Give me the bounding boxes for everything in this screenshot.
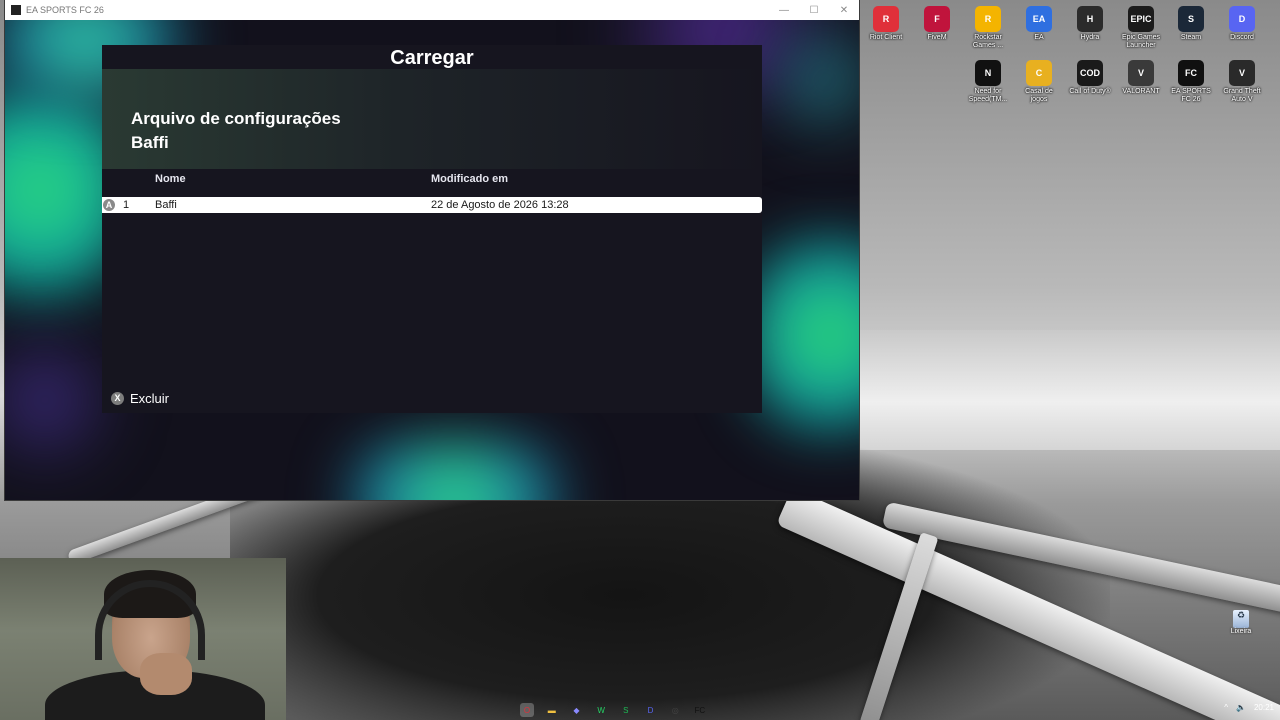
valorant-icon: V: [1128, 60, 1154, 86]
desktop-icon-gta[interactable]: V Grand Theft Auto V: [1219, 56, 1265, 104]
desktop-icon-discord[interactable]: D Discord: [1219, 2, 1265, 42]
desktop-icon-nfs[interactable]: N Need for Speed(TM...: [965, 56, 1011, 104]
header-subtitle: Baffi: [131, 133, 169, 152]
cod-icon: COD: [1077, 60, 1103, 86]
desktop-icon-label: Discord: [1230, 34, 1254, 41]
fc26-icon: FC: [1178, 60, 1204, 86]
background-glow: [305, 440, 605, 500]
window-title: EA SPORTS FC 26: [26, 5, 104, 15]
steam-icon: S: [1178, 6, 1204, 32]
desktop-icon-cod[interactable]: COD Call of Duty®: [1067, 56, 1113, 96]
taskbar-whatsapp-icon[interactable]: W: [594, 703, 608, 717]
taskbar-spotify-icon[interactable]: S: [619, 703, 633, 717]
desktop-icon-label: Casal de jogos: [1025, 88, 1053, 103]
nfs-icon: N: [975, 60, 1001, 86]
chevron-up-icon[interactable]: ^: [1224, 703, 1228, 712]
desktop-icon-steam[interactable]: S Steam: [1168, 2, 1214, 42]
desktop-icon-hydra[interactable]: H Hydra: [1067, 2, 1113, 42]
taskbar-folder-icon[interactable]: ▬: [545, 703, 559, 717]
desktop-icon-label: FiveM: [927, 34, 947, 41]
webcam-overlay: [0, 558, 286, 720]
taskbar-opera-icon[interactable]: O: [520, 703, 534, 717]
desktop-icon-label: Rockstar Games ...: [972, 34, 1004, 49]
desktop-icon-riot-client[interactable]: R Riot Client: [863, 2, 909, 42]
desktop-icon-label: Riot Client: [869, 34, 903, 41]
row-name: Baffi: [155, 199, 177, 211]
delete-button[interactable]: X Excluir: [111, 390, 169, 406]
delete-label: Excluir: [130, 390, 170, 406]
dialog-header-panel: Arquivo de configurações Baffi: [102, 69, 762, 169]
desktop-icon-casal[interactable]: C Casal de jogos: [1016, 56, 1062, 104]
desktop-icon-fivem[interactable]: F FiveM: [914, 2, 960, 42]
a-button-icon: A: [103, 199, 115, 211]
system-tray: ^ 🔈 20:21: [1224, 703, 1274, 712]
taskbar-fc26-icon[interactable]: FC: [693, 703, 707, 717]
desktop-icon-label: Epic Games Launcher: [1121, 34, 1161, 49]
recycle-bin-label: Lixeira: [1230, 628, 1252, 635]
desktop-icon-label: Steam: [1180, 34, 1202, 41]
app-icon: [11, 5, 21, 15]
maximize-button[interactable]: ☐: [799, 0, 829, 20]
desktop-icon-recycle-bin[interactable]: ♻ Lixeira: [1224, 610, 1258, 635]
fivem-icon: F: [924, 6, 950, 32]
dialog-title: Carregar: [390, 47, 474, 69]
taskbar: O ▬ ◆ W S D ◎ FC ^ 🔈 20:21: [0, 700, 1280, 720]
table-header: Nome Modificado em: [102, 173, 762, 191]
desktop-icon-fc26[interactable]: FC EA SPORTS FC 26: [1168, 56, 1214, 104]
desktop-icon-label: EA SPORTS FC 26: [1171, 88, 1211, 103]
clock[interactable]: 20:21: [1254, 703, 1274, 712]
table-row[interactable]: A 1 Baffi 22 de Agosto de 2026 13:28: [102, 197, 762, 213]
background-glow: [765, 20, 859, 160]
taskbar-obs-icon[interactable]: ◎: [668, 703, 682, 717]
row-index: 1: [123, 199, 130, 211]
game-window: EA SPORTS FC 26 — ☐ ✕ Carregar Arquivo d…: [5, 0, 859, 500]
desktop-icon-epic[interactable]: EPIC Epic Games Launcher: [1118, 2, 1164, 50]
discord-icon: D: [1229, 6, 1255, 32]
rockstar-icon: R: [975, 6, 1001, 32]
desktop-icon-label: VALORANT: [1122, 88, 1160, 95]
x-button-icon: X: [111, 391, 124, 405]
game-area: Carregar Arquivo de configurações Baffi …: [5, 20, 859, 500]
desktop-icon-label: Grand Theft Auto V: [1223, 88, 1261, 103]
recycle-bin-icon: ♻: [1233, 610, 1249, 628]
row-modified-date: 22 de Agosto de 2026 13:28: [431, 199, 569, 211]
webcam-person-hand: [140, 653, 192, 695]
load-dialog: Carregar Arquivo de configurações Baffi …: [102, 45, 762, 413]
window-titlebar[interactable]: EA SPORTS FC 26 — ☐ ✕: [5, 0, 859, 20]
riot-client-icon: R: [873, 6, 899, 32]
desktop-icon-ea[interactable]: EA EA: [1016, 2, 1062, 42]
column-header-modified: Modificado em: [431, 173, 509, 185]
desktop-icon-valorant[interactable]: V VALORANT: [1118, 56, 1164, 96]
casal-icon: C: [1026, 60, 1052, 86]
desktop-icon-label: Call of Duty®: [1069, 88, 1111, 95]
ea-icon: EA: [1026, 6, 1052, 32]
hydra-icon: H: [1077, 6, 1103, 32]
header-title: Arquivo de configurações: [131, 109, 341, 128]
desktop-icon-label: Need for Speed(TM...: [968, 88, 1008, 103]
desktop-icon-label: EA: [1034, 34, 1044, 41]
taskbar-app-icon[interactable]: ◆: [569, 703, 583, 717]
volume-icon[interactable]: 🔈: [1236, 703, 1246, 712]
taskbar-discord-icon[interactable]: D: [644, 703, 658, 717]
background-glow: [745, 220, 859, 450]
minimize-button[interactable]: —: [769, 0, 799, 20]
epic-icon: EPIC: [1128, 6, 1154, 32]
close-button[interactable]: ✕: [829, 0, 859, 20]
column-header-name: Nome: [155, 173, 186, 185]
desktop-icon-label: Hydra: [1080, 34, 1100, 41]
desktop-icon-rockstar[interactable]: R Rockstar Games ...: [965, 2, 1011, 50]
gta-icon: V: [1229, 60, 1255, 86]
